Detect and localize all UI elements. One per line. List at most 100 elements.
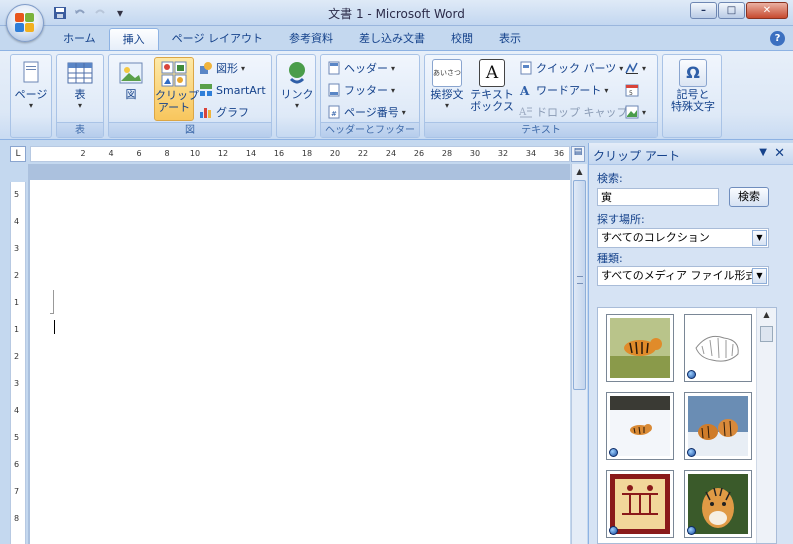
table-label: 表 [74, 88, 86, 101]
ruler-tick-label: 22 [357, 149, 369, 158]
online-globe-icon [687, 370, 696, 379]
ruler-tick-label: 7 [14, 487, 20, 496]
grip-icon [577, 276, 583, 284]
office-button[interactable] [6, 4, 44, 42]
greeting-label: 挨拶文 [430, 88, 464, 101]
results-scroll-thumb[interactable] [760, 326, 773, 342]
smartart-button[interactable]: SmartArt [199, 81, 266, 99]
group-text: あいさつ 挨拶文 ▾ A テキスト ボックス クイック パーツ ▾ A ワードア… [424, 54, 658, 138]
footer-button[interactable]: フッター ▾ [327, 81, 395, 99]
location-label: 探す場所: [597, 213, 645, 226]
greeting-icon: あいさつ [432, 59, 462, 87]
tab-references[interactable]: 参考資料 [276, 28, 346, 50]
type-label: 種類: [597, 252, 623, 265]
pages-button[interactable]: ページ ▾ [11, 59, 51, 110]
tab-view[interactable]: 表示 [486, 28, 534, 50]
horizontal-ruler[interactable]: 2 4 6 8 10 12 14 16 18 20 22 24 26 28 30 32 34 36 [30, 146, 570, 162]
ruler-tick-label: 36 [553, 149, 565, 158]
clipart-result-item[interactable] [684, 314, 752, 382]
chevron-down-icon[interactable]: ▼ [752, 230, 767, 246]
ruler-tick-label: 28 [441, 149, 453, 158]
clipart-pane: クリップ アート ▼ ✕ 検索: 検索 探す場所: すべてのコレクション ▼ 種… [588, 143, 793, 544]
pane-close-icon[interactable]: ✕ [774, 146, 785, 161]
ruler-tick-label: 2 [14, 352, 20, 361]
signature-line-button[interactable]: ▾ [625, 59, 646, 77]
window-controls: – □ ✕ [690, 2, 788, 19]
tab-home[interactable]: ホーム [50, 28, 109, 50]
picture-button[interactable]: 図 [111, 59, 151, 101]
chart-button[interactable]: グラフ [199, 103, 249, 121]
header-button[interactable]: ヘッダー ▾ [327, 59, 395, 77]
search-label: 検索: [597, 172, 623, 185]
type-select[interactable]: すべてのメディア ファイル形式 ▼ [597, 266, 769, 286]
document-scrollbar[interactable]: ▲ [571, 164, 587, 544]
ruler-tick-label: 8 [14, 514, 20, 523]
vertical-ruler[interactable]: 5 4 3 2 1 1 2 3 4 5 6 7 8 [10, 182, 26, 544]
pages-label: ページ [14, 88, 48, 101]
tab-selector[interactable]: L [10, 146, 26, 162]
search-input[interactable] [597, 188, 719, 206]
location-select[interactable]: すべてのコレクション ▼ [597, 228, 769, 248]
table-icon [66, 59, 94, 87]
shapes-button[interactable]: 図形 ▾ [199, 59, 245, 77]
page-number-button[interactable]: # ページ番号 ▾ [327, 103, 406, 121]
header-icon [327, 61, 341, 75]
scroll-up-icon[interactable]: ▲ [572, 164, 587, 179]
scroll-up-icon[interactable]: ▲ [757, 310, 776, 319]
clipart-result-item[interactable] [606, 470, 674, 538]
dropcap-icon: A [518, 105, 533, 119]
maximize-button[interactable]: □ [718, 2, 745, 19]
chevron-down-icon[interactable]: ▼ [752, 268, 767, 284]
page-margin-marker [50, 290, 54, 314]
ribbon-tabs: ホーム 挿入 ページ レイアウト 参考資料 差し込み文書 校閲 表示 [50, 28, 534, 50]
clipart-result-item[interactable] [684, 392, 752, 460]
wordart-dropdown-icon: ▾ [604, 85, 609, 95]
wordart-button[interactable]: A ワードアート ▾ [519, 81, 608, 99]
symbols-button[interactable]: Ω 記号と 特殊文字 [665, 59, 721, 113]
clipart-result-item[interactable] [684, 470, 752, 538]
signature-icon [625, 61, 639, 75]
clipart-button[interactable]: クリップ アート [154, 57, 199, 121]
tiger-snow-image [610, 396, 670, 456]
svg-text:A: A [519, 107, 527, 118]
ruler-tick-label: 20 [329, 149, 341, 158]
pane-options-icon[interactable]: ▼ [759, 147, 767, 158]
quickparts-button[interactable]: クイック パーツ ▾ [519, 59, 623, 77]
shapes-label: 図形 [216, 62, 238, 75]
minimize-button[interactable]: – [690, 2, 717, 19]
document-page[interactable] [30, 180, 570, 544]
date-time-button[interactable]: 5 [625, 81, 639, 99]
ruler-tick-label: 5 [14, 190, 20, 199]
scroll-thumb[interactable] [573, 180, 586, 390]
wordart-icon: A [519, 83, 533, 98]
close-button[interactable]: ✕ [746, 2, 788, 19]
object-button[interactable]: ▾ [625, 103, 646, 121]
greeting-button[interactable]: あいさつ 挨拶文 ▾ [427, 59, 467, 110]
picture-icon [117, 59, 145, 87]
tab-mailings[interactable]: 差し込み文書 [346, 28, 438, 50]
tab-page-layout[interactable]: ページ レイアウト [159, 28, 276, 50]
help-icon[interactable]: ? [770, 31, 785, 46]
clipart-result-item[interactable] [606, 392, 674, 460]
group-header-footer: ヘッダー ▾ フッター ▾ # ページ番号 ▾ ヘッダーとフッター [320, 54, 420, 138]
links-button[interactable]: リンク ▾ [277, 59, 317, 110]
search-button[interactable]: 検索 [729, 187, 769, 207]
ruler-tick-label: 8 [164, 149, 170, 158]
textbox-button[interactable]: A テキスト ボックス [469, 59, 515, 113]
tab-insert[interactable]: 挿入 [108, 28, 159, 50]
omega-icon: Ω [679, 59, 707, 87]
object-icon [625, 105, 639, 119]
results-scrollbar[interactable]: ▲ [756, 308, 776, 543]
table-button[interactable]: 表 ▾ [60, 59, 100, 110]
tab-review[interactable]: 校閲 [438, 28, 486, 50]
view-ruler-button[interactable]: ▤ [571, 146, 585, 162]
svg-text:#: # [331, 110, 337, 118]
group-symbols: Ω 記号と 特殊文字 [662, 54, 722, 138]
group-illustrations: 図 クリップ アート 図形 ▾ SmartArt グラフ 図 [108, 54, 272, 138]
ribbon: ページ ▾ 表 ▾ 表 図 クリップ アート 図形 ▾ SmartArt グラフ… [0, 50, 793, 140]
ruler-tick-label: 3 [14, 379, 20, 388]
ruler-tick-label: 1 [14, 325, 20, 334]
clipart-result-item[interactable] [606, 314, 674, 382]
links-label: リンク [280, 88, 314, 101]
dropcap-button[interactable]: A ドロップ キャップ ▾ [518, 103, 635, 121]
